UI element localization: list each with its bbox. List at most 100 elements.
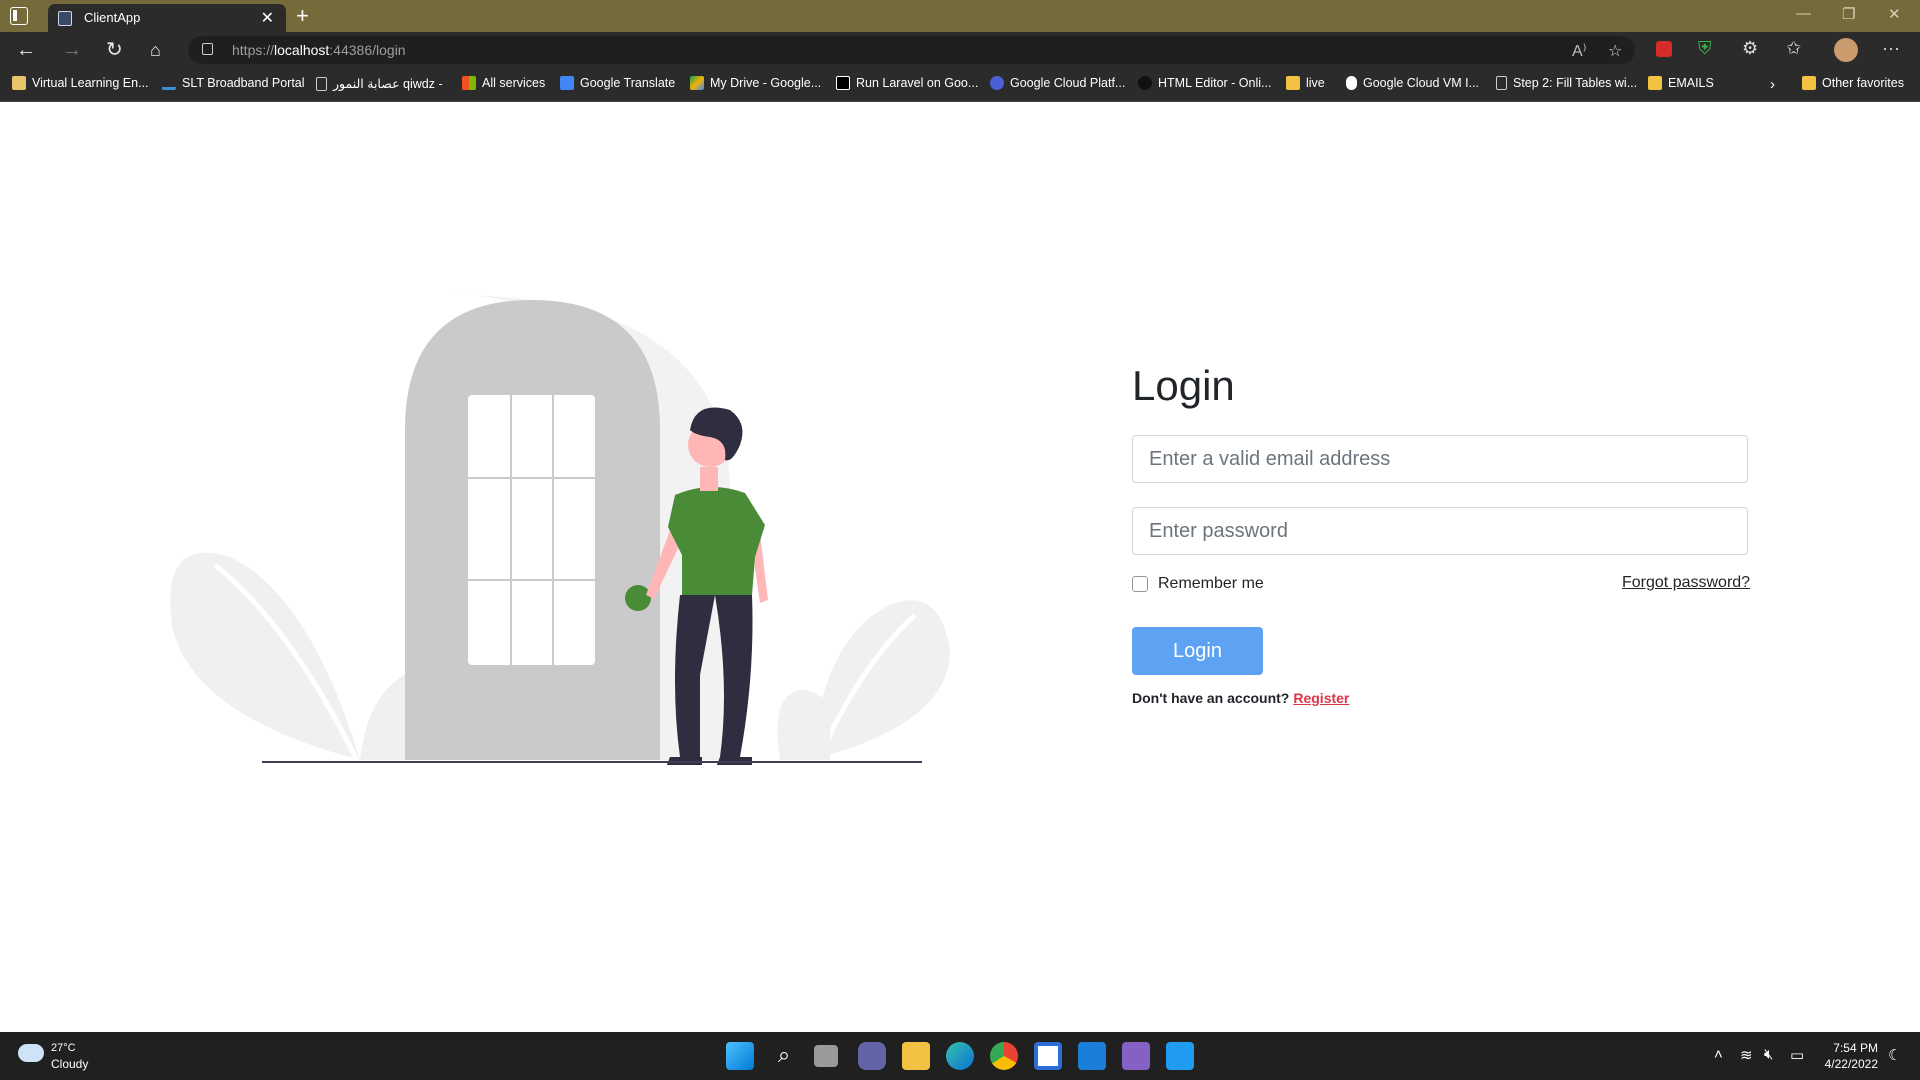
favorites-icon[interactable]: ✩ (1786, 38, 1801, 59)
weather-temp: 27°C (51, 1042, 76, 1054)
bookmark-label: EMAILS (1668, 76, 1714, 90)
mail-icon[interactable] (1078, 1042, 1106, 1070)
password-field[interactable] (1132, 507, 1748, 555)
refresh-icon[interactable]: ↻ (106, 38, 123, 62)
remember-me-checkbox[interactable]: Remember me (1132, 575, 1264, 593)
bookmark-item[interactable]: My Drive - Google... (690, 76, 821, 90)
store-icon[interactable] (1034, 1042, 1062, 1070)
bookmark-favicon-icon (12, 76, 26, 90)
html-editor-icon (1138, 76, 1152, 90)
forgot-password-link[interactable]: Forgot password? (1622, 574, 1750, 592)
more-bookmarks-chevron-icon[interactable]: › (1770, 76, 1775, 93)
volume-muted-icon[interactable]: 🔇︎ (1764, 1046, 1773, 1063)
vscode-icon[interactable] (1166, 1042, 1194, 1070)
tab-actions-icon[interactable] (10, 7, 28, 25)
bookmark-label: All services (482, 76, 546, 90)
login-button[interactable]: Login (1132, 627, 1263, 675)
email-field[interactable] (1132, 435, 1748, 483)
shield-extension-icon[interactable]: ⛨ (1698, 38, 1712, 59)
bookmark-folder-emails[interactable]: EMAILS (1648, 76, 1714, 90)
windows-taskbar: 27°C Cloudy ⌕ ˄ ≋ 🔇︎ ▭ 7:54 PM 4/22/2022… (0, 1032, 1920, 1080)
bookmark-label: Run Laravel on Goo... (856, 76, 979, 90)
extensions-icon[interactable]: ⚙ (1742, 38, 1758, 59)
folder-icon (1286, 76, 1300, 90)
clock-date[interactable]: 4/22/2022 (1816, 1057, 1878, 1071)
close-window-icon[interactable]: ✕ (1888, 5, 1901, 23)
bookmarks-bar: Virtual Learning En... SLT Broadband Por… (0, 69, 1920, 102)
search-icon[interactable]: ⌕ (770, 1042, 798, 1070)
bookmark-item[interactable]: عصابة النمور qiwdz - (316, 76, 443, 91)
register-link[interactable]: Register (1293, 690, 1349, 706)
page-favicon-icon (58, 11, 72, 26)
login-title: Login (1132, 362, 1235, 409)
folder-icon (1802, 76, 1816, 90)
medium-icon (836, 76, 850, 90)
bookmark-label: Step 2: Fill Tables wi... (1513, 76, 1638, 90)
add-favorite-icon[interactable]: ☆ (1608, 41, 1622, 61)
bookmark-label: HTML Editor - Onli... (1158, 76, 1272, 90)
register-prompt: Don't have an account? Register (1132, 690, 1349, 706)
forward-icon[interactable]: → (62, 38, 82, 62)
no-account-text: Don't have an account? (1132, 690, 1290, 706)
url-text: https://localhost:44386/login (232, 42, 406, 58)
page-icon (1496, 76, 1507, 90)
tab-title: ClientApp (84, 10, 141, 25)
remember-me-label: Remember me (1158, 575, 1264, 592)
other-favorites-folder[interactable]: Other favorites (1802, 76, 1904, 90)
close-tab-icon[interactable]: ✕ (261, 8, 274, 28)
start-icon[interactable] (726, 1042, 754, 1070)
more-icon[interactable]: ··· (1882, 38, 1900, 59)
bookmark-item[interactable]: All services (462, 76, 545, 90)
tab-clientapp[interactable]: ClientApp ✕ (48, 4, 286, 32)
wifi-icon[interactable]: ≋ (1740, 1046, 1753, 1064)
bookmark-label: My Drive - Google... (710, 76, 822, 90)
lock-icon (202, 43, 213, 55)
checkbox-box[interactable] (1132, 576, 1148, 592)
edge-icon[interactable] (946, 1042, 974, 1070)
bookmark-item[interactable]: HTML Editor - Onli... (1138, 76, 1271, 90)
weather-desc: Cloudy (51, 1057, 89, 1071)
folder-icon (1648, 76, 1662, 90)
clock-time[interactable]: 7:54 PM (1826, 1041, 1878, 1055)
visual-studio-icon[interactable] (1122, 1042, 1150, 1070)
bookmark-item[interactable]: Google Cloud VM I... (1346, 76, 1479, 90)
bookmark-item[interactable]: SLT Broadband Portal (162, 76, 305, 90)
bookmark-item[interactable]: Step 2: Fill Tables wi... (1496, 76, 1637, 90)
home-icon[interactable]: ⌂ (150, 38, 161, 62)
google-drive-icon (690, 76, 704, 90)
bookmark-item[interactable]: Run Laravel on Goo... (836, 76, 978, 90)
bookmark-item[interactable]: Google Cloud Platf... (990, 76, 1125, 90)
restore-icon[interactable]: ❐ (1842, 5, 1855, 23)
browser-toolbar: ← → ↻ ⌂ https://localhost:44386/login A⁾… (0, 32, 1920, 69)
task-view-icon[interactable] (814, 1045, 838, 1067)
weather-cloud-icon[interactable] (18, 1044, 44, 1062)
bookmark-favicon-icon (162, 76, 176, 90)
google-cloud-icon (990, 76, 1004, 90)
battery-icon[interactable]: ▭ (1790, 1046, 1804, 1064)
show-hidden-icons-chevron-icon[interactable]: ˄ (1714, 1046, 1723, 1063)
bookmark-label: Virtual Learning En... (32, 76, 149, 90)
bookmark-label: Google Cloud VM I... (1363, 76, 1480, 90)
focus-assist-moon-icon[interactable]: ☾ (1888, 1046, 1901, 1064)
bookmark-label: عصابة النمور qiwdz - (333, 77, 443, 91)
chrome-icon[interactable] (990, 1042, 1018, 1070)
microsoft-icon (462, 76, 476, 90)
minimize-icon[interactable]: — (1796, 5, 1811, 22)
bookmark-item[interactable]: Google Translate (560, 76, 675, 90)
bookmark-label: live (1306, 76, 1325, 90)
bookmark-label: SLT Broadband Portal (182, 76, 305, 90)
bookmark-label: Google Cloud Platf... (1010, 76, 1126, 90)
login-illustration (170, 295, 950, 765)
bookmark-folder-live[interactable]: live (1286, 76, 1325, 90)
file-explorer-icon[interactable] (902, 1042, 930, 1070)
address-bar[interactable]: https://localhost:44386/login A⁾ ☆ (188, 36, 1635, 64)
read-aloud-icon[interactable]: A⁾ (1572, 41, 1587, 61)
teams-chat-icon[interactable] (858, 1042, 886, 1070)
profile-avatar[interactable] (1834, 38, 1858, 62)
back-icon[interactable]: ← (16, 38, 36, 62)
browser-titlebar: ClientApp ✕ + — ❐ ✕ (0, 0, 1920, 32)
new-tab-button[interactable]: + (296, 3, 309, 29)
extension-red-icon[interactable] (1656, 41, 1672, 57)
bookmark-label: Other favorites (1822, 76, 1904, 90)
bookmark-item[interactable]: Virtual Learning En... (12, 76, 149, 90)
